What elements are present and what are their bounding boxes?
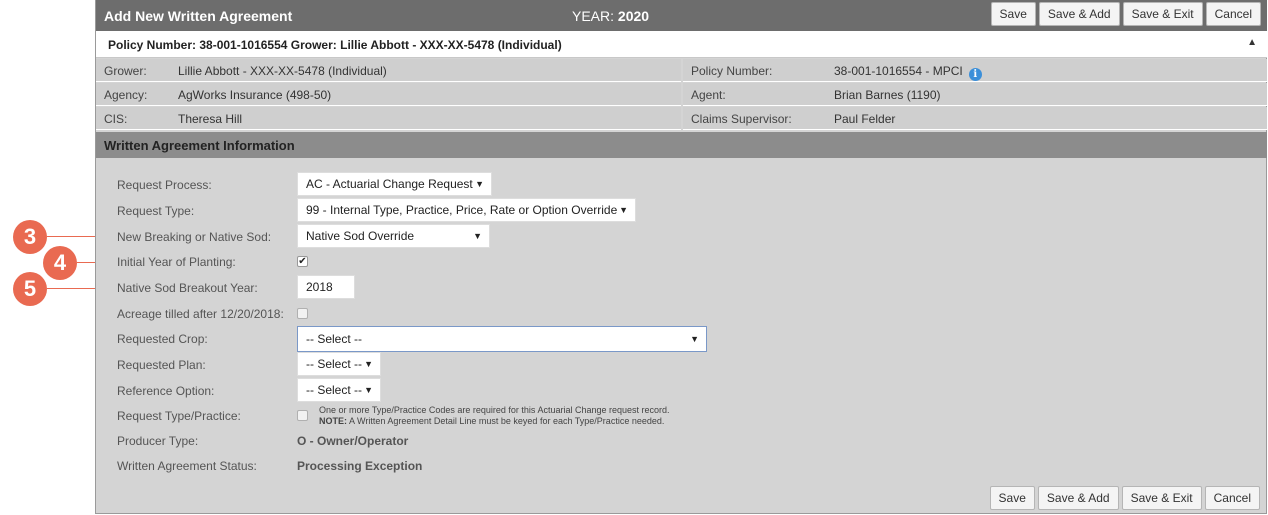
breakout-year-label: Native Sod Breakout Year: <box>117 281 258 295</box>
cancel-button[interactable]: Cancel <box>1205 2 1261 26</box>
title-bar: Add New Written Agreement YEAR: 2020 Sav… <box>96 0 1267 31</box>
requested-plan-select[interactable]: -- Select -- ▼ <box>297 352 381 376</box>
policy-info-grid: Grower: Lillie Abbott - XXX-XX-5478 (Ind… <box>96 59 1267 131</box>
reference-option-label: Reference Option: <box>117 384 215 398</box>
claims-supervisor-value: Paul Felder <box>834 112 896 126</box>
status-label: Written Agreement Status: <box>117 459 257 473</box>
new-breaking-select[interactable]: Native Sod Override ▼ <box>297 224 490 248</box>
info-icon[interactable]: i <box>968 68 982 81</box>
breakout-year-input[interactable]: 2018 <box>297 275 355 299</box>
policy-summary-text: Policy Number: 38-001-1016554 Grower: Li… <box>108 38 562 52</box>
requested-crop-select[interactable]: -- Select -- ▼ <box>297 326 707 352</box>
dialog-title: Add New Written Agreement <box>104 8 293 24</box>
chevron-down-icon: ▼ <box>475 179 484 189</box>
request-type-label: Request Type: <box>117 204 195 218</box>
reference-option-select[interactable]: -- Select -- ▼ <box>297 378 381 402</box>
chevron-down-icon: ▼ <box>364 359 373 369</box>
section-header: Written Agreement Information <box>96 132 1267 158</box>
chevron-down-icon: ▼ <box>473 231 482 241</box>
written-agreement-dialog: Add New Written Agreement YEAR: 2020 Sav… <box>95 0 1267 514</box>
save-and-add-button[interactable]: Save & Add <box>1038 2 1120 26</box>
new-breaking-label: New Breaking or Native Sod: <box>117 230 272 244</box>
cis-label: CIS: <box>104 112 128 126</box>
policy-number-label: Policy Number: <box>691 64 773 78</box>
requested-plan-label: Requested Plan: <box>117 358 206 372</box>
section-title: Written Agreement Information <box>104 138 295 153</box>
bottom-button-group: Save Save & Add Save & Exit Cancel <box>989 486 1260 510</box>
type-practice-note: One or more Type/Practice Codes are requ… <box>319 405 670 426</box>
caret-up-icon[interactable]: ▲ <box>1247 37 1257 48</box>
save-and-add-button-bottom[interactable]: Save & Add <box>1037 486 1119 510</box>
policy-number-value: 38-001-1016554 - MPCI i <box>834 64 982 81</box>
callout-5: 5 <box>13 272 47 306</box>
year-display: YEAR: 2020 <box>572 8 650 24</box>
chevron-down-icon: ▼ <box>690 334 699 344</box>
policy-summary-bar[interactable]: Policy Number: 38-001-1016554 Grower: Li… <box>96 31 1267 58</box>
request-type-practice-checkbox[interactable] <box>297 410 308 421</box>
requested-crop-label: Requested Crop: <box>117 332 208 346</box>
grower-label: Grower: <box>104 64 147 78</box>
claims-supervisor-label: Claims Supervisor: <box>691 112 792 126</box>
save-button-bottom[interactable]: Save <box>989 486 1035 510</box>
initial-year-checkbox[interactable]: ✔ <box>297 256 308 267</box>
acreage-tilled-label: Acreage tilled after 12/20/2018: <box>117 307 284 321</box>
agency-label: Agency: <box>104 88 148 102</box>
cis-value: Theresa Hill <box>178 112 243 126</box>
save-button[interactable]: Save <box>990 2 1036 26</box>
grower-value: Lillie Abbott - XXX-XX-5478 (Individual) <box>178 64 387 78</box>
status-value: Processing Exception <box>297 459 423 473</box>
agency-value: AgWorks Insurance (498-50) <box>178 88 332 102</box>
save-and-exit-button-bottom[interactable]: Save & Exit <box>1121 486 1202 510</box>
agent-value: Brian Barnes (1190) <box>834 88 941 102</box>
top-button-group: Save Save & Add Save & Exit Cancel <box>990 2 1261 26</box>
producer-type-value: O - Owner/Operator <box>297 434 409 448</box>
producer-type-label: Producer Type: <box>117 434 199 448</box>
chevron-down-icon: ▼ <box>619 205 628 215</box>
callout-3: 3 <box>13 220 47 254</box>
agent-label: Agent: <box>691 88 726 102</box>
request-type-practice-label: Request Type/Practice: <box>117 409 241 423</box>
acreage-tilled-checkbox[interactable] <box>297 308 308 319</box>
initial-year-label: Initial Year of Planting: <box>117 255 236 269</box>
save-and-exit-button[interactable]: Save & Exit <box>1122 2 1203 26</box>
cancel-button-bottom[interactable]: Cancel <box>1204 486 1260 510</box>
request-process-label: Request Process: <box>117 178 212 192</box>
callout-4: 4 <box>43 246 77 280</box>
request-process-select[interactable]: AC - Actuarial Change Request ▼ <box>297 172 492 196</box>
chevron-down-icon: ▼ <box>364 385 373 395</box>
request-type-select[interactable]: 99 - Internal Type, Practice, Price, Rat… <box>297 198 636 222</box>
